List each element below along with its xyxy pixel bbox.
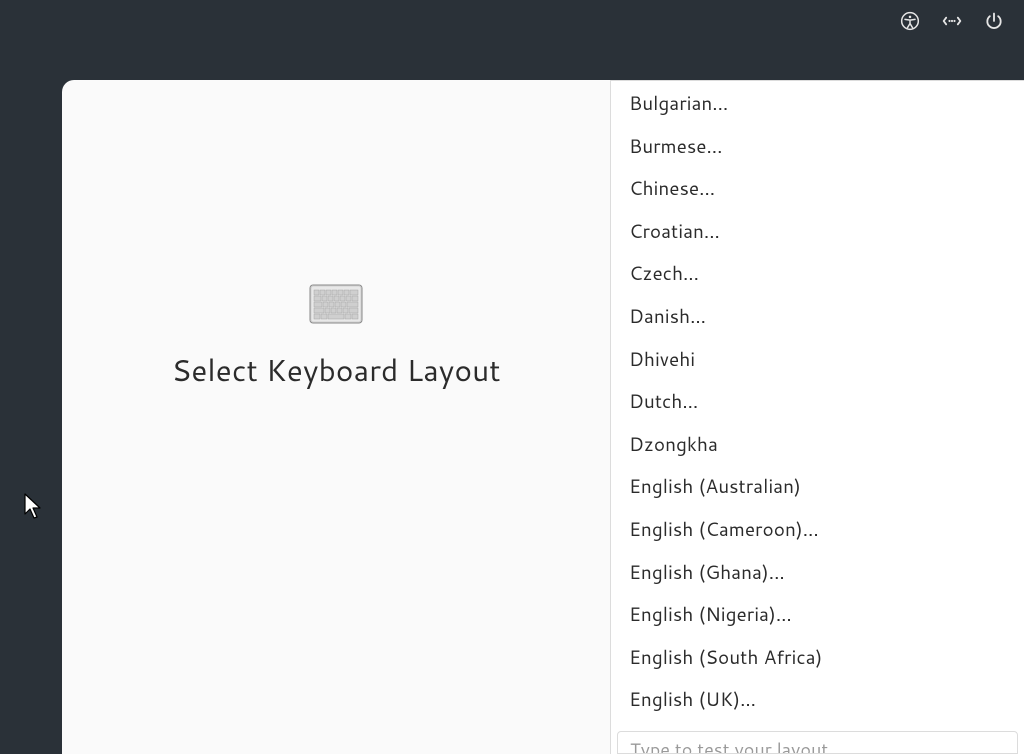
layout-item[interactable]: English (Cameroon)... (611, 509, 1024, 552)
page-title: Select Keyboard Layout (171, 348, 500, 391)
layout-item[interactable]: English (Nigeria)... (611, 594, 1024, 637)
layout-item[interactable]: Burmese... (611, 126, 1024, 169)
power-icon[interactable] (984, 11, 1004, 31)
keyboard-icon (309, 284, 363, 324)
layout-item[interactable]: Dhivehi (611, 339, 1024, 382)
layout-item[interactable]: Dutch... (611, 381, 1024, 424)
layout-item[interactable]: Chinese... (611, 168, 1024, 211)
mouse-cursor-icon (24, 493, 44, 521)
left-pane: Select Keyboard Layout (62, 80, 610, 754)
topbar (900, 0, 1024, 36)
keymap-switch-icon[interactable] (942, 11, 962, 31)
layout-item[interactable]: English (Ghana)... (611, 552, 1024, 595)
layout-item[interactable]: English (Australian) (611, 466, 1024, 509)
setup-window: Select Keyboard Layout Bulgarian...Burme… (62, 80, 1024, 754)
layout-item[interactable]: Czech... (611, 253, 1024, 296)
layout-item[interactable]: English (South Africa) (611, 637, 1024, 680)
accessibility-icon[interactable] (900, 11, 920, 31)
layout-item[interactable]: Danish... (611, 296, 1024, 339)
layout-item[interactable]: Bulgarian... (611, 83, 1024, 126)
layout-item[interactable]: English (UK)... (611, 679, 1024, 721)
right-pane: Bulgarian...Burmese...Chinese...Croatian… (610, 80, 1024, 754)
test-layout-input[interactable]: Type to test your layout (617, 731, 1018, 754)
layout-item[interactable]: Dzongkha (611, 424, 1024, 467)
layout-item[interactable]: Croatian... (611, 211, 1024, 254)
keyboard-layout-list[interactable]: Bulgarian...Burmese...Chinese...Croatian… (611, 81, 1024, 721)
